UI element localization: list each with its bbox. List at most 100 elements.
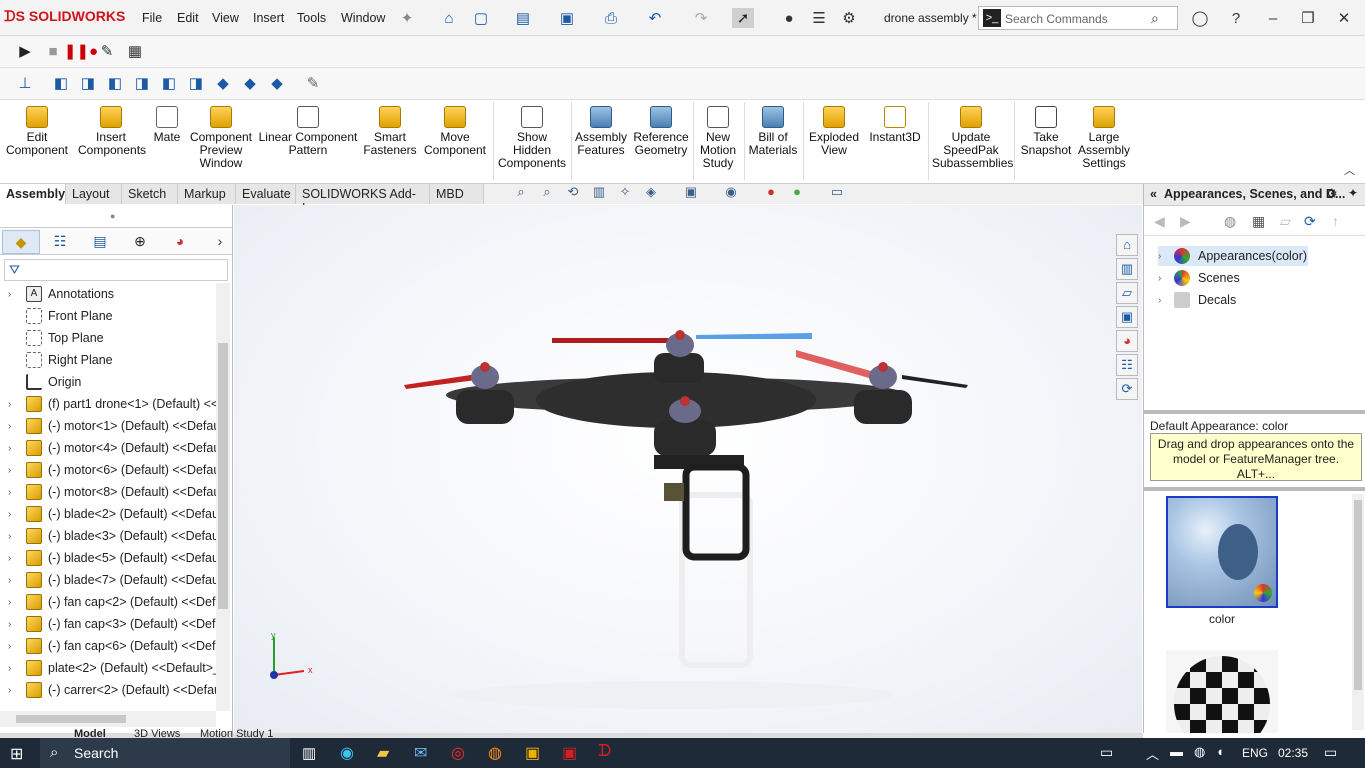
dynamic-annotation-icon[interactable]: ✧ — [616, 184, 634, 202]
solidworks-2023-icon[interactable]: ▣ — [562, 743, 577, 763]
tree-item[interactable]: Origin — [8, 371, 81, 393]
file-explorer-icon[interactable]: ▱ — [1116, 282, 1138, 304]
tree-item[interactable]: Front Plane — [8, 305, 113, 327]
collapse-ribbon-chevron-icon[interactable]: ︿ — [1344, 162, 1355, 178]
tree-item[interactable]: › plate<2> (Default) <<Default>_ — [8, 657, 216, 679]
show-hidden-icons-icon[interactable]: ︿ — [1146, 744, 1159, 763]
large-assembly-settings-button[interactable]: Large Assembly Settings — [1076, 106, 1132, 170]
file-properties-icon[interactable]: ☰ — [808, 8, 830, 28]
expand-icon[interactable]: › — [1158, 273, 1170, 284]
tree-item[interactable]: › (-) blade<2> (Default) <<Defau — [8, 503, 216, 525]
expand-icon[interactable]: › — [8, 421, 22, 432]
refresh-icon[interactable]: ⟳ — [1304, 213, 1316, 230]
expand-icon[interactable]: › — [8, 443, 22, 454]
create-folder-icon[interactable]: ▱ — [1280, 213, 1291, 230]
store-icon[interactable]: ▣ — [525, 743, 540, 763]
expand-icon[interactable]: › — [8, 685, 22, 696]
close-icon[interactable]: ✕ — [1333, 8, 1355, 28]
tree-decals[interactable]: › Decals — [1158, 290, 1236, 310]
update-speedpak-button[interactable]: Update SpeedPak Subassemblies — [932, 106, 1013, 170]
right-view-icon[interactable]: ◨ — [131, 73, 153, 93]
task-pane-options-icon[interactable]: ⚙ — [1326, 186, 1338, 202]
tree-item[interactable]: › (f) part1 drone<1> (Default) << — [8, 393, 216, 415]
back-view-icon[interactable]: ◨ — [77, 73, 99, 93]
add-location-icon[interactable]: ▦ — [1252, 213, 1265, 230]
custom-properties-icon[interactable]: ☷ — [1116, 354, 1138, 376]
tree-item[interactable]: › (-) fan cap<6> (Default) <<Def — [8, 635, 215, 657]
left-view-icon[interactable]: ◧ — [104, 73, 126, 93]
tab-3d-views[interactable]: 3D Views — [134, 729, 180, 738]
battery-icon[interactable]: ▬ — [1170, 744, 1183, 759]
pane-splitter-lower[interactable] — [1144, 487, 1365, 491]
instant3d-button[interactable]: Instant3D — [866, 106, 924, 144]
assembly-features-button[interactable]: Assembly Features — [574, 106, 628, 157]
swatch-scrollbar[interactable] — [1352, 494, 1364, 730]
expand-icon[interactable]: › — [8, 399, 22, 410]
tree-item[interactable]: › (-) blade<3> (Default) <<Defau — [8, 525, 216, 547]
tree-horizontal-scrollbar[interactable] — [0, 711, 216, 727]
expand-icon[interactable]: › — [8, 465, 22, 476]
bill-of-materials-button[interactable]: Bill of Materials — [748, 106, 798, 157]
menu-window[interactable]: Window — [341, 11, 385, 25]
edit-appearance-icon[interactable]: ● — [762, 184, 780, 202]
dimetric-view-icon[interactable]: ◆ — [266, 73, 288, 93]
front-view-icon[interactable]: ◧ — [50, 73, 72, 93]
home-icon[interactable]: ⌂ — [438, 8, 460, 28]
edge-icon[interactable]: ◉ — [340, 743, 354, 763]
expand-icon[interactable]: › — [8, 289, 22, 300]
network-icon[interactable]: ◍ — [1194, 744, 1205, 760]
tab-markup[interactable]: Markup — [178, 184, 236, 204]
tree-scenes[interactable]: › Scenes — [1158, 268, 1240, 288]
clock[interactable]: 02:35 — [1278, 746, 1308, 760]
new-motion-study-button[interactable]: New Motion Study — [696, 106, 740, 170]
tree-item[interactable]: › (-) blade<5> (Default) <<Defau — [8, 547, 216, 569]
graphics-area[interactable]: ◧ ◨ – ❐ ✕ y x — [234, 205, 1142, 733]
zoom-to-area-icon[interactable]: ⌕ — [538, 184, 556, 202]
tree-appearances[interactable]: › Appearances(color) — [1158, 246, 1308, 266]
display-manager-tab-icon[interactable]: ◕ — [168, 230, 192, 254]
reference-geometry-button[interactable]: Reference Geometry — [632, 106, 690, 157]
new-document-icon[interactable]: ▢ — [470, 8, 492, 28]
swatch-color[interactable] — [1166, 496, 1278, 608]
redo-icon[interactable]: ↷ — [690, 8, 712, 28]
view-palette-icon[interactable]: ▣ — [1116, 306, 1138, 328]
scrollbar-thumb[interactable] — [218, 343, 228, 609]
expand-icon[interactable]: › — [8, 531, 22, 542]
stop-icon[interactable]: ■ — [42, 41, 64, 61]
normal-to-icon[interactable]: ⊥ — [14, 73, 36, 93]
task-pane-pin-icon[interactable]: ✦ — [1348, 186, 1358, 200]
macro-new-icon[interactable]: ▦ — [124, 41, 146, 61]
minimize-icon[interactable]: – — [1262, 8, 1284, 28]
previous-view-icon[interactable]: ⟲ — [564, 184, 582, 202]
options-gear-icon[interactable]: ⚙ — [838, 8, 860, 28]
save-icon[interactable]: ▣ — [556, 8, 578, 28]
linear-component-pattern-button[interactable]: Linear Component Pattern — [258, 106, 358, 157]
magnifier-icon[interactable]: ⌕ — [1151, 10, 1159, 27]
tab-evaluate[interactable]: Evaluate — [236, 184, 296, 204]
tree-item[interactable]: Right Plane — [8, 349, 113, 371]
expand-icon[interactable]: › — [8, 663, 22, 674]
measure-icon[interactable]: ✎ — [302, 73, 324, 93]
panel-splitter-icon[interactable]: ● — [110, 211, 115, 221]
tab-mbd[interactable]: MBD — [430, 184, 484, 204]
dimxpert-tab-icon[interactable]: ⊕ — [128, 230, 152, 254]
volume-icon[interactable]: ◖ — [1216, 744, 1224, 759]
menu-file[interactable]: File — [142, 11, 162, 25]
top-view-icon[interactable]: ◧ — [158, 73, 180, 93]
open-icon[interactable]: ▤ — [512, 8, 534, 28]
file-explorer-taskbar-icon[interactable]: ▰ — [377, 743, 389, 763]
tree-item[interactable]: › (-) blade<7> (Default) <<Defau — [8, 569, 216, 591]
tree-item[interactable]: › (-) carrer<2> (Default) <<Defau — [8, 679, 216, 701]
pin-icon[interactable]: ✦ — [396, 8, 418, 28]
property-manager-tab-icon[interactable]: ☷ — [48, 230, 72, 254]
taskbar-search[interactable]: ⌕ Search — [40, 738, 290, 768]
menu-edit[interactable]: Edit — [177, 11, 199, 25]
section-view-icon[interactable]: ▥ — [590, 184, 608, 202]
menu-tools[interactable]: Tools — [297, 11, 326, 25]
expand-icon[interactable]: › — [8, 553, 22, 564]
expand-icon[interactable]: › — [8, 641, 22, 652]
mate-button[interactable]: Mate — [150, 106, 184, 144]
tab-assembly[interactable]: Assembly — [0, 184, 66, 204]
solidworks-forum-icon[interactable]: ⟳ — [1116, 378, 1138, 400]
smart-fasteners-button[interactable]: Smart Fasteners — [362, 106, 418, 157]
